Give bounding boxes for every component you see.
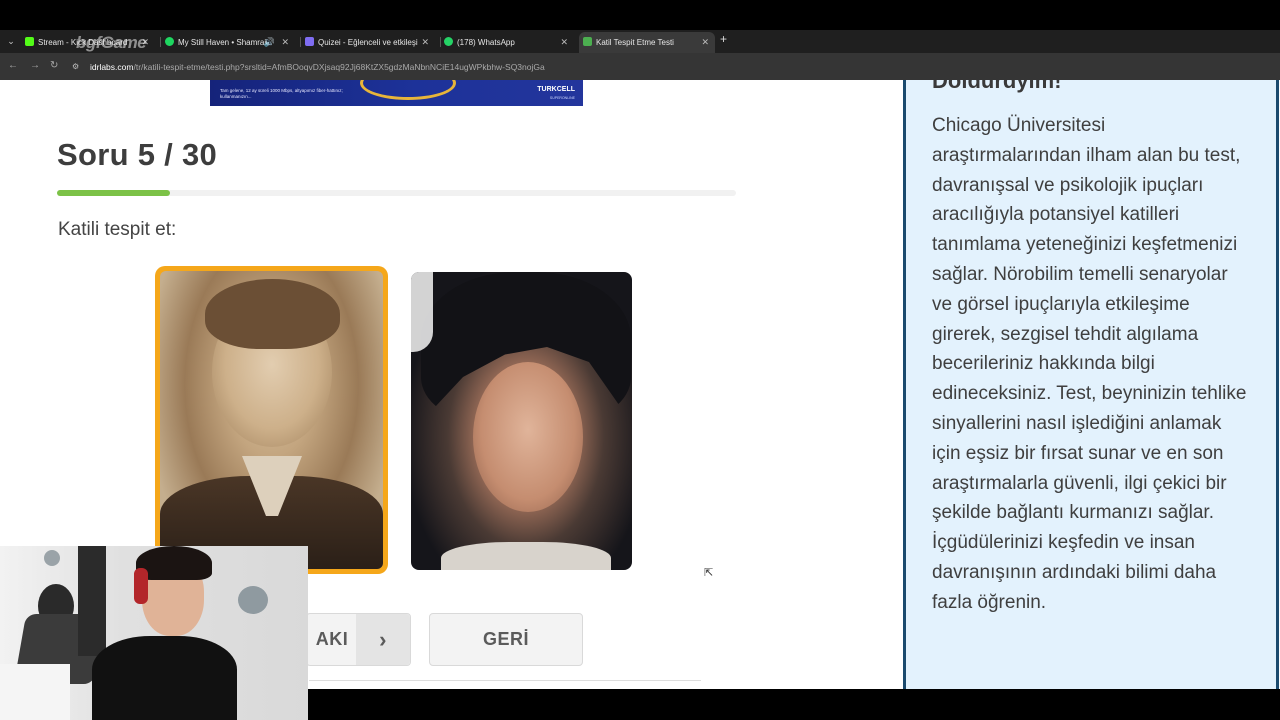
- divider: [309, 680, 701, 681]
- new-tab-plus-icon[interactable]: +: [720, 32, 727, 46]
- idrlabs-icon: [583, 37, 592, 47]
- face-shape: [473, 362, 583, 512]
- tab-label: Katil Tespit Etme Testi: [596, 38, 674, 47]
- url-field[interactable]: ⚙ idrlabs.com/tr/katili-tespit-etme/test…: [72, 57, 1278, 77]
- sidebar-description: Chicago Üniversitesi araştırmalarından i…: [932, 115, 1247, 613]
- ad-text: Tam gelene, 12 ay süreli 1000 Mbps, alty…: [220, 88, 343, 99]
- tab-label: My Still Haven • Shamrain: [178, 38, 271, 47]
- tab-separator: [440, 37, 441, 47]
- answer-option-1[interactable]: [155, 266, 388, 574]
- ad-brand: TURKCELL: [537, 86, 575, 93]
- quizei-icon: [305, 37, 314, 47]
- close-icon[interactable]: ✕: [701, 32, 709, 53]
- tab-spotify[interactable]: My Still Haven • Shamrain 🔊 ✕: [165, 32, 295, 53]
- mouse-cursor-icon: ⇱: [704, 567, 714, 579]
- portrait-photo-man-suit: [160, 271, 383, 569]
- wall-light: [238, 586, 268, 614]
- tab-search-icon[interactable]: ⌄: [4, 34, 18, 48]
- site-settings-icon[interactable]: ⚙: [72, 57, 79, 77]
- progress-bar: [57, 190, 736, 196]
- reload-icon[interactable]: ↻: [50, 60, 58, 72]
- ad-banner[interactable]: Tam gelene, 12 ay süreli 1000 Mbps, alty…: [210, 80, 583, 106]
- ad-brand-logo: TURKCELL SUPERONLINE: [537, 86, 575, 102]
- hair-shape: [205, 279, 340, 349]
- top-black-bar: [0, 0, 1280, 30]
- question-title: Soru 5 / 30: [57, 137, 218, 172]
- tab-separator: [300, 37, 301, 47]
- shirt-shape: [441, 542, 611, 570]
- back-button[interactable]: GERİ: [429, 613, 583, 666]
- url-path: /tr/katili-tespit-etme/testi.php?srsltid…: [133, 62, 545, 72]
- next-button[interactable]: AKI ›: [306, 613, 411, 666]
- tab-label: (178) WhatsApp: [457, 38, 515, 47]
- watermark-logo: bgfGame: [76, 33, 147, 52]
- light-reflection: [411, 272, 433, 352]
- person-shirt: [92, 636, 237, 720]
- close-icon[interactable]: ✕: [418, 32, 429, 53]
- headphones-icon: [134, 568, 148, 604]
- tab-separator: [160, 37, 161, 47]
- url-host: idrlabs.com: [90, 62, 134, 72]
- tab-label: Quizei - Eğlenceli ve etkileşimli: [318, 38, 428, 47]
- desk-shape: [0, 664, 70, 720]
- chevron-right-icon: ›: [356, 614, 410, 665]
- browser-tab-strip: ⌄ Stream - Kick Dashboard ✕ My Still Hav…: [0, 30, 1280, 53]
- progress-fill: [57, 190, 171, 196]
- close-icon[interactable]: ✕: [560, 32, 568, 53]
- answer-option-2[interactable]: [411, 272, 632, 570]
- whatsapp-icon: [444, 37, 453, 47]
- info-sidebar: Doldurdyim! Chicago Üniversitesi araştır…: [903, 80, 1279, 689]
- webcam-overlay: [0, 546, 308, 720]
- spotify-icon: [165, 37, 174, 47]
- tab-katil-tespit[interactable]: Katil Tespit Etme Testi ✕: [579, 32, 715, 53]
- address-bar: ← → ↻ ⚙ idrlabs.com/tr/katili-tespit-etm…: [0, 53, 1280, 80]
- tab-quizei[interactable]: Quizei - Eğlenceli ve etkileşimli ✕: [305, 32, 435, 53]
- question-prompt: Katili tespit et:: [58, 219, 177, 240]
- curtain-shape: [78, 546, 106, 656]
- close-icon[interactable]: ✕: [281, 32, 289, 53]
- next-label: AKI: [315, 629, 349, 649]
- forward-arrow-icon[interactable]: →: [30, 60, 40, 72]
- bottom-black-bar: [308, 689, 1280, 720]
- speaker-icon[interactable]: 🔊: [264, 32, 275, 53]
- ad-graphic: [360, 80, 456, 100]
- wall-light: [44, 550, 60, 566]
- back-arrow-icon[interactable]: ←: [8, 60, 18, 72]
- ad-brand-sub: SUPERONLINE: [549, 96, 575, 100]
- kick-icon: [25, 37, 34, 47]
- tab-whatsapp[interactable]: (178) WhatsApp ✕: [444, 32, 574, 53]
- sidebar-heading: Doldurdyim!: [932, 80, 1062, 93]
